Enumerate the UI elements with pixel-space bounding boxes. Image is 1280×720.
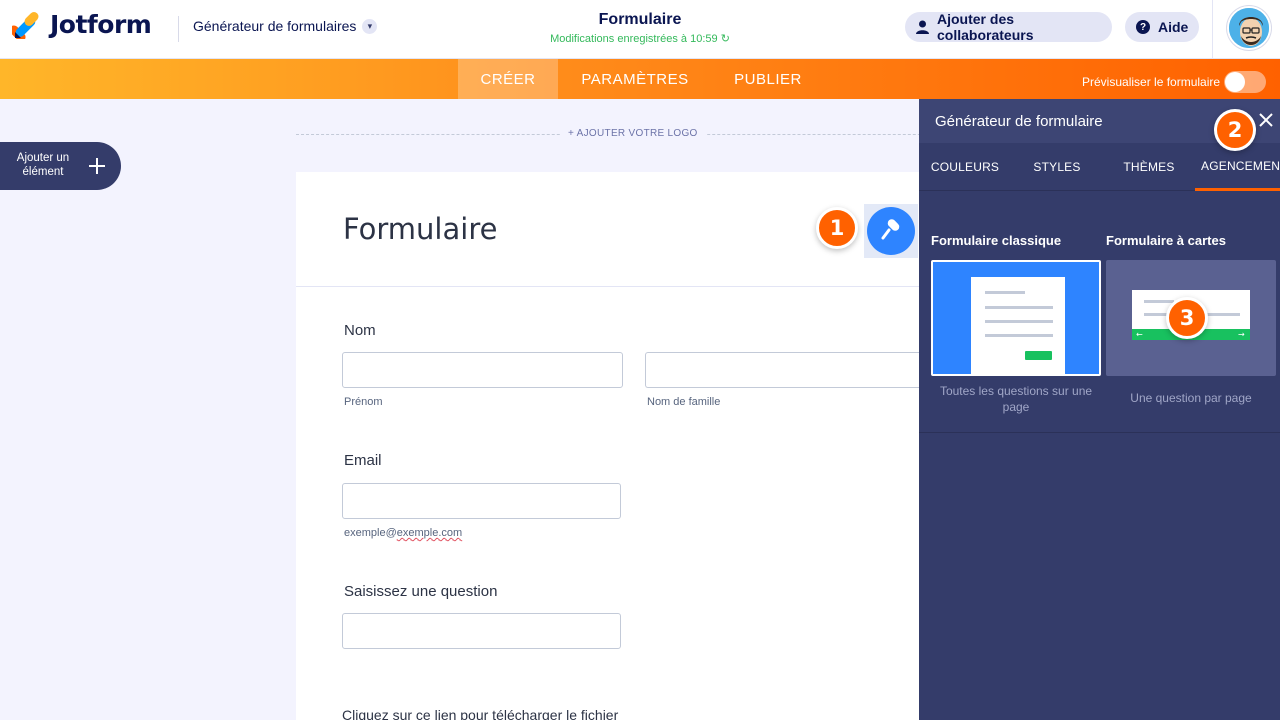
header-form-title[interactable]: Formulaire: [490, 11, 790, 29]
callout-badge-1: 1: [816, 207, 858, 249]
classic-form-illustration: [971, 277, 1065, 374]
classic-form-title: Formulaire classique: [931, 233, 1062, 248]
help-icon: ?: [1136, 20, 1150, 34]
download-file-link[interactable]: Cliquez sur ce lien pour télécharger le …: [342, 707, 618, 720]
tab-create[interactable]: CRÉER: [458, 59, 558, 99]
save-status-text: Modifications enregistrées à 10:59: [550, 33, 718, 45]
add-collaborators-label: Ajouter des collaborateurs: [937, 11, 1034, 43]
panel-tab-styles[interactable]: STYLES: [1011, 143, 1103, 191]
panel-tabs: COULEURS STYLES THÈMES AGENCEMENT: [919, 143, 1280, 191]
tab-settings[interactable]: PARAMÈTRES: [558, 59, 712, 99]
heading-divider: [296, 286, 996, 287]
add-element-label: Ajouter un élément: [16, 152, 70, 178]
form-card: Formulaire Nom Prénom Nom de famille Ema…: [296, 172, 996, 720]
save-status: Modifications enregistrées à 10:59 ↻: [490, 32, 790, 45]
close-icon[interactable]: [1257, 111, 1275, 129]
account-menu[interactable]: [1212, 0, 1280, 59]
last-name-sublabel: Nom de famille: [647, 396, 721, 408]
main-nav: CRÉER PARAMÈTRES PUBLIER Prévisualiser l…: [0, 59, 1280, 99]
panel-tab-colors[interactable]: COULEURS: [919, 143, 1011, 191]
preview-form-label: Prévisualiser le formulaire: [1082, 75, 1221, 89]
classic-form-option[interactable]: [931, 260, 1101, 376]
email-sublabel-prefix: exemple@: [344, 527, 397, 539]
classic-form-description: Toutes les questions sur une page: [939, 384, 1093, 415]
card-form-description: Une question par page: [1130, 391, 1252, 405]
refresh-icon: ↻: [720, 33, 730, 45]
question-label: Saisissez une question: [344, 583, 498, 600]
callout-badge-2: 2: [1214, 109, 1256, 151]
help-button[interactable]: ? Aide: [1125, 12, 1199, 42]
logo-wordmark: Jotform: [50, 10, 152, 39]
callout-badge-3: 3: [1166, 297, 1208, 339]
email-label: Email: [344, 452, 382, 469]
email-input[interactable]: [342, 483, 621, 519]
add-element-button[interactable]: Ajouter un élément: [0, 142, 121, 190]
add-collaborators-button[interactable]: Ajouter des collaborateurs: [905, 11, 1112, 43]
add-logo-link[interactable]: + AJOUTER VOTRE LOGO: [560, 128, 706, 139]
panel-divider: [919, 432, 1280, 433]
plus-icon: [89, 158, 105, 174]
email-sublabel: exemple@exemple.com: [344, 527, 462, 539]
form-title-header: Formulaire Modifications enregistrées à …: [490, 11, 790, 45]
tab-publish[interactable]: PUBLIER: [712, 59, 824, 99]
name-label: Nom: [344, 322, 376, 339]
preview-toggle[interactable]: [1224, 71, 1267, 93]
user-icon: [916, 20, 929, 34]
preview-form: Prévisualiser le formulaire: [1082, 71, 1267, 93]
jotform-logo-icon: [12, 11, 39, 39]
question-input[interactable]: [342, 613, 621, 649]
avatar[interactable]: [1227, 6, 1271, 50]
paint-roller-icon: [867, 207, 915, 255]
panel-title: Générateur de formulaire: [935, 113, 1103, 130]
builder-switcher-label: Générateur de formulaires: [193, 18, 357, 34]
header-divider: [178, 16, 179, 42]
form-designer-panel: Générateur de formulaire COULEURS STYLES…: [919, 99, 1280, 720]
panel-tab-themes[interactable]: THÈMES: [1103, 143, 1195, 191]
svg-text:→: →: [1238, 330, 1245, 339]
card-form-title: Formulaire à cartes: [1106, 233, 1226, 248]
add-logo-row: + AJOUTER VOTRE LOGO: [296, 128, 976, 139]
jotform-logo[interactable]: Jotform: [12, 10, 152, 39]
form-heading[interactable]: Formulaire: [343, 212, 497, 246]
top-bar: Jotform Générateur de formulaires ▾ Form…: [0, 0, 1280, 59]
chevron-down-icon: ▾: [362, 18, 378, 34]
first-name-sublabel: Prénom: [344, 396, 383, 408]
builder-switcher[interactable]: Générateur de formulaires ▾: [193, 18, 378, 34]
first-name-input[interactable]: [342, 352, 623, 388]
toggle-knob: [1225, 72, 1246, 92]
help-label: Aide: [1158, 19, 1189, 35]
email-sublabel-domain: exemple.com: [396, 527, 463, 539]
svg-text:←: ←: [1136, 330, 1143, 339]
form-designer-button[interactable]: [864, 204, 918, 258]
